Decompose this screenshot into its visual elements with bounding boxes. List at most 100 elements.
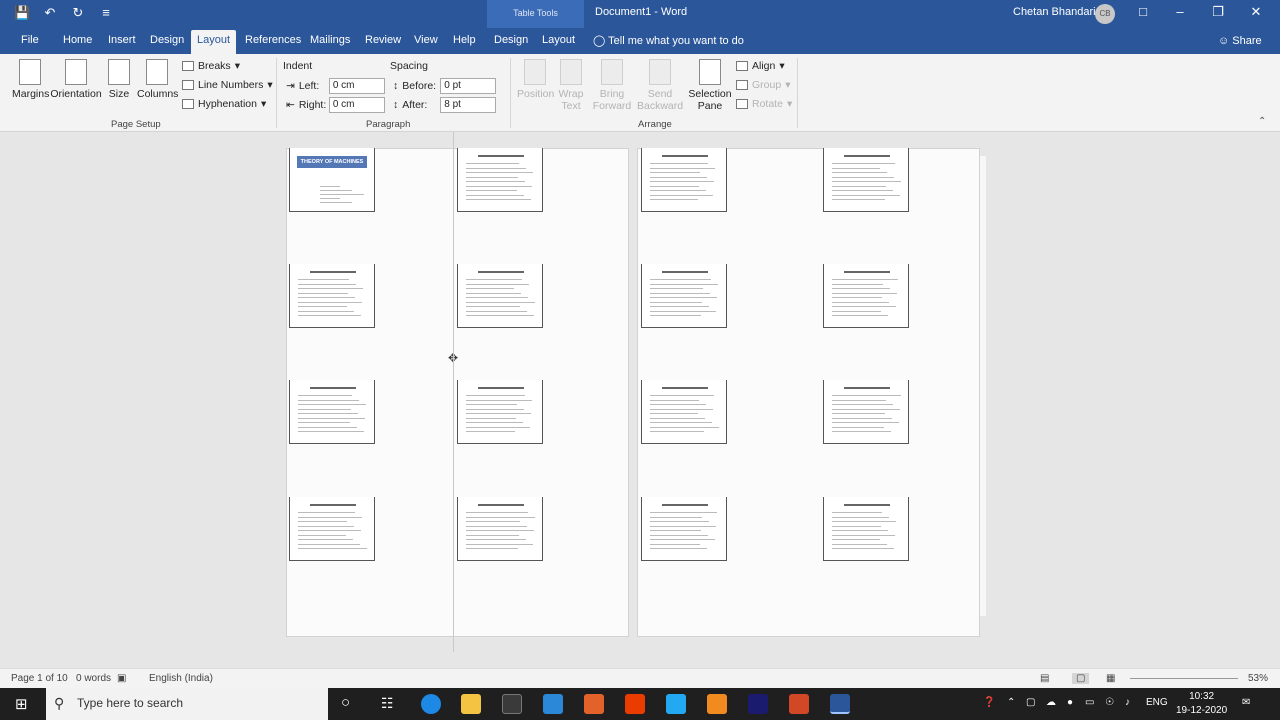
taskbar: ⊞ ⚲ Type here to search ○ ☷ ❓ ⌃ ▢ ☁ ● ▭ … (0, 688, 1280, 720)
sublime-icon[interactable] (584, 694, 604, 714)
word-icon[interactable] (830, 694, 850, 714)
office-icon[interactable] (625, 694, 645, 714)
spacing-after-field[interactable]: 8 pt (440, 97, 497, 113)
zoom-level[interactable]: 53% (1248, 673, 1268, 684)
tell-me-search[interactable]: ◯ Tell me what you want to do (593, 34, 744, 47)
print-layout-icon[interactable]: ▢ (1072, 673, 1090, 684)
send-backward-button[interactable]: Send Backward (637, 59, 683, 112)
wrap-text-button[interactable]: Wrap Text (556, 59, 586, 112)
selection-pane-button[interactable]: Selection Pane (688, 59, 732, 112)
breaks-button[interactable]: Breaks ▾ (182, 60, 240, 72)
tab-view[interactable]: View (414, 34, 438, 46)
ribbon-display-options-icon[interactable]: □ (1133, 4, 1153, 19)
windows-start-icon[interactable]: ⊞ (15, 695, 28, 713)
read-mode-icon[interactable]: ▤ (1040, 673, 1049, 684)
heading-line (662, 155, 708, 157)
margins-button[interactable]: Margins (12, 59, 49, 100)
store-icon[interactable] (502, 694, 522, 714)
volume-icon[interactable]: ♪ (1125, 697, 1130, 708)
tab-references[interactable]: References (245, 34, 301, 46)
tab-file[interactable]: File (21, 34, 39, 46)
taskbar-search[interactable]: ⚲ Type here to search (46, 688, 328, 720)
tab-design[interactable]: Design (150, 34, 184, 46)
indent-left-field[interactable]: 0 cm (328, 78, 385, 94)
tab-mailings[interactable]: Mailings (310, 34, 350, 46)
quick-access-toolbar: 💾 ↶ ↻ ≡ (14, 5, 114, 21)
collapse-ribbon-icon[interactable]: ⌃ (1258, 116, 1266, 127)
align-button[interactable]: Align ▾ (736, 60, 785, 72)
rotate-button[interactable]: Rotate ▾ (736, 98, 792, 110)
text-line (298, 279, 349, 280)
position-button[interactable]: Position (517, 59, 554, 100)
tab-help[interactable]: Help (453, 34, 476, 46)
show-hidden-icons-icon[interactable]: ⌃ (1007, 697, 1015, 708)
text-line (832, 404, 893, 405)
mail-icon[interactable] (543, 694, 563, 714)
web-layout-icon[interactable]: ▦ (1106, 673, 1115, 684)
text-line (466, 306, 520, 307)
avatar[interactable]: CB (1095, 4, 1115, 24)
vscode-icon[interactable] (666, 694, 686, 714)
redo-icon[interactable]: ↻ (70, 5, 86, 21)
tab-table-layout[interactable]: Layout (542, 34, 575, 46)
word-count[interactable]: 0 words (76, 673, 111, 684)
tab-table-design[interactable]: Design (494, 34, 528, 46)
orientation-button[interactable]: Orientation (50, 59, 102, 100)
bring-forward-button[interactable]: Bring Forward (590, 59, 634, 112)
line-numbers-button[interactable]: Line Numbers ▾ (182, 79, 273, 91)
table-column-border[interactable] (453, 132, 454, 652)
undo-icon[interactable]: ↶ (42, 5, 58, 21)
page-count[interactable]: Page 1 of 10 (11, 673, 68, 684)
edge-icon[interactable] (421, 694, 441, 714)
text-line (832, 288, 890, 289)
file-explorer-icon[interactable] (461, 694, 481, 714)
language[interactable]: English (India) (149, 673, 213, 684)
close-icon[interactable]: ✕ (1246, 4, 1266, 20)
hyphenation-button[interactable]: Hyphenation ▾ (182, 98, 266, 110)
microphone-icon[interactable]: ● (1067, 697, 1073, 708)
text-line (832, 431, 891, 432)
size-button[interactable]: Size (106, 59, 132, 100)
text-line (298, 543, 360, 545)
customize-qat-icon[interactable]: ≡ (98, 5, 114, 21)
text-line (832, 283, 883, 285)
group-button[interactable]: Group ▾ (736, 79, 790, 91)
columns-button[interactable]: Columns (137, 59, 178, 100)
page-thumbnail (457, 264, 543, 328)
minimize-icon[interactable]: – (1170, 4, 1190, 19)
user-name[interactable]: Chetan Bhandari (1013, 6, 1096, 18)
amazon-music-icon[interactable] (748, 694, 768, 714)
input-language[interactable]: ENG (1146, 697, 1168, 708)
restore-icon[interactable]: ❐ (1208, 4, 1228, 20)
powerpoint-icon[interactable] (789, 694, 809, 714)
share-button[interactable]: ☺ Share (1218, 35, 1262, 47)
app-icon[interactable] (707, 694, 727, 714)
page-thumbnail (457, 497, 543, 561)
cortana-icon[interactable]: ○ (341, 694, 350, 711)
clock[interactable]: 10:32 19-12-2020 (1176, 690, 1227, 718)
battery-icon[interactable]: ▭ (1085, 697, 1094, 708)
page-thumbnail (641, 497, 727, 561)
network-device-icon[interactable]: ▢ (1026, 697, 1035, 708)
text-line (832, 176, 894, 178)
spacing-before-field[interactable]: 0 pt (440, 78, 497, 94)
text-line (466, 512, 528, 513)
globe-icon[interactable]: ☉ (1105, 697, 1114, 708)
proofing-icon[interactable]: ▣ (117, 673, 126, 684)
lightbulb-icon: ◯ (593, 35, 606, 47)
text-line (832, 167, 880, 169)
notifications-icon[interactable]: ✉ (1242, 697, 1250, 708)
cloud-icon[interactable]: ☁ (1046, 697, 1056, 708)
save-icon[interactable]: 💾 (14, 5, 30, 21)
tab-insert[interactable]: Insert (108, 34, 136, 46)
indent-right-field[interactable]: 0 cm (328, 97, 385, 113)
tab-layout[interactable]: Layout (191, 30, 237, 54)
help-icon[interactable]: ❓ (983, 697, 995, 708)
text-line (320, 186, 340, 187)
task-view-icon[interactable]: ☷ (381, 695, 394, 712)
text-line (650, 399, 699, 401)
tab-home[interactable]: Home (63, 34, 92, 46)
tab-review[interactable]: Review (365, 34, 401, 46)
text-line (832, 422, 899, 423)
zoom-slider[interactable] (1130, 678, 1238, 679)
